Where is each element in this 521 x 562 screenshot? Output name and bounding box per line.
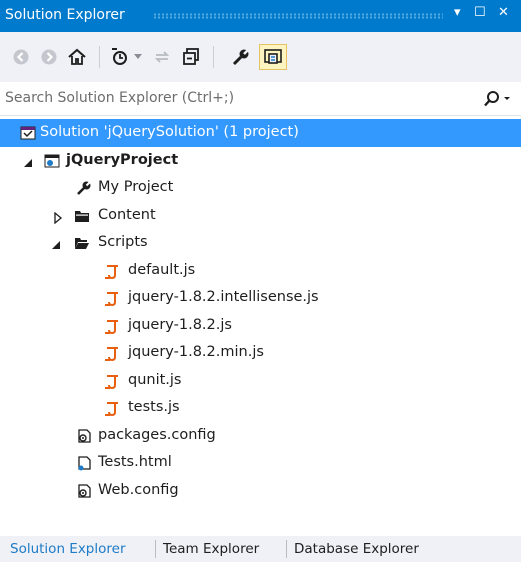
title-grip[interactable] [153,13,443,19]
js-file-icon [104,400,120,417]
tree-item-file[interactable]: jquery-1.8.2.js [0,312,521,340]
search-box[interactable]: Search Solution Explorer (Ctrl+;) [0,82,521,116]
web-project-icon [44,153,60,169]
preview-selected-items-button[interactable] [259,44,287,70]
tree-item-label: jquery-1.8.2.intellisense.js [128,289,319,305]
pending-changes-dropdown[interactable] [132,44,144,70]
tree-item-file[interactable]: default.js [0,257,521,285]
title-bar: Solution Explorer ▾ ☐ ✕ [0,0,521,32]
html-file-icon [76,455,92,471]
forward-icon [41,49,57,65]
js-file-icon [104,290,120,307]
pending-changes-filter-button[interactable] [106,44,132,70]
tree-item-scripts[interactable]: Scripts [0,229,521,257]
toolbar-separator [99,46,100,68]
back-button[interactable] [10,44,32,70]
properties-icon [232,49,249,66]
chevron-down-icon [134,54,142,59]
close-icon[interactable]: ✕ [498,5,509,20]
forward-button[interactable] [38,44,60,70]
tree-item-label: Solution 'jQuerySolution' (1 project) [40,124,299,140]
tab-database-explorer[interactable]: Database Explorer [294,541,419,557]
tab-solution-explorer[interactable]: Solution Explorer [10,541,126,557]
tree-item-content[interactable]: Content [0,202,521,230]
back-icon [13,49,29,65]
tree-item-file[interactable]: Tests.html [0,449,521,477]
tree-item-file[interactable]: jquery-1.8.2.intellisense.js [0,284,521,312]
tree-item-label: Content [98,206,156,223]
collapse-all-icon [183,48,199,65]
tree-item-label: packages.config [98,426,216,443]
window-title: Solution Explorer [5,7,125,23]
sync-with-active-document-button[interactable] [150,44,174,70]
toolbar-separator [213,46,214,68]
tree-item-project[interactable]: jQueryProject [0,147,521,175]
properties-button[interactable] [228,44,254,70]
js-file-icon [104,345,120,362]
config-file-icon [76,428,92,444]
tab-separator [286,540,287,558]
tree-item-label: jquery-1.8.2.min.js [128,344,264,360]
tree-item-label: Tests.html [98,454,172,470]
solution-icon [20,125,36,141]
tree-item-label: Web.config [98,481,179,498]
expanded-arrow-icon[interactable] [50,236,62,249]
solution-tree: Solution 'jQuerySolution' (1 project) jQ… [0,119,521,504]
tree-item-label: Scripts [98,234,148,250]
expanded-arrow-icon[interactable] [22,154,34,167]
tree-item-file[interactable]: packages.config [0,422,521,450]
config-file-icon [76,483,92,499]
js-file-icon [104,373,120,389]
preview-selected-items-icon [264,49,282,64]
js-file-icon [104,263,120,279]
tree-item-my-project[interactable]: My Project [0,174,521,202]
wrench-icon [76,180,92,196]
js-file-icon [104,318,120,334]
tree-item-label: My Project [98,179,174,195]
bottom-tab-strip: Solution Explorer Team Explorer Database… [0,536,521,562]
maximize-icon[interactable]: ☐ [474,5,486,20]
tree-item-file[interactable]: Web.config [0,477,521,505]
tree-item-label: qunit.js [128,371,182,388]
tree-item-file[interactable]: tests.js [0,394,521,422]
collapse-all-button[interactable] [178,44,204,70]
toolbar [0,32,521,82]
tree-item-file[interactable]: jquery-1.8.2.min.js [0,339,521,367]
folder-icon [74,208,90,224]
search-icon[interactable] [482,90,510,112]
tab-team-explorer[interactable]: Team Explorer [163,541,259,557]
home-button[interactable] [64,44,90,70]
tree-item-file[interactable]: qunit.js [0,367,521,395]
search-placeholder: Search Solution Explorer (Ctrl+;) [5,90,235,106]
home-icon [68,48,86,65]
tree-item-solution[interactable]: Solution 'jQuerySolution' (1 project) [0,119,521,147]
pending-changes-filter-icon [112,48,127,65]
tree-item-label: tests.js [128,399,180,415]
tree-item-label: jQueryProject [66,151,179,168]
folder-open-icon [74,235,90,251]
tree-item-label: default.js [128,261,196,278]
sync-with-active-document-icon [154,51,170,63]
tab-separator [155,540,156,558]
collapsed-arrow-icon[interactable] [52,209,64,224]
window-position-dropdown-icon[interactable]: ▾ [454,5,461,20]
tree-item-label: jquery-1.8.2.js [128,316,232,333]
